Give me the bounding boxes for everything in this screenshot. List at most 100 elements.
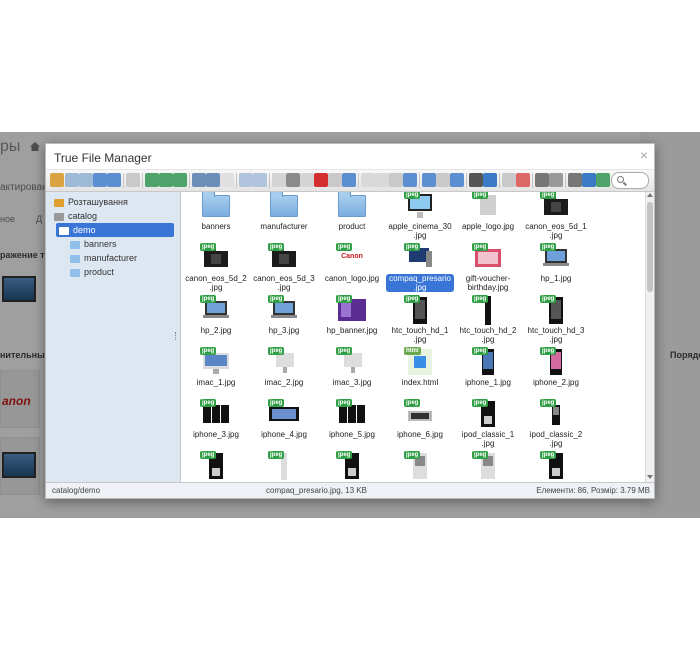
file-name: iphone_4.jpg — [261, 430, 307, 439]
upload-icon[interactable] — [145, 173, 159, 187]
copy-icon[interactable] — [272, 173, 286, 187]
download-icon[interactable] — [159, 173, 173, 187]
preferences-icon[interactable] — [568, 173, 582, 187]
file-item[interactable]: jpeg hp_2.jpg — [182, 293, 250, 343]
select-icon[interactable] — [220, 173, 234, 187]
list-view-icon[interactable] — [436, 173, 450, 187]
file-item[interactable]: jpeg htc_touch_hd_2 .jpg — [454, 293, 522, 344]
file-item[interactable]: jpeg — [182, 449, 250, 482]
archive-icon[interactable] — [403, 173, 417, 187]
status-bar: catalog/demo compaq_presario.jpg, 13 KB … — [46, 482, 654, 498]
settings-icon[interactable] — [549, 173, 563, 187]
tree-item-розташування[interactable]: Розташування — [54, 195, 128, 209]
save-icon[interactable] — [173, 173, 187, 187]
scroll-up-arrow[interactable] — [647, 193, 653, 197]
resize-icon[interactable] — [389, 173, 403, 187]
file-item[interactable]: jpeg htc_touch_hd_3 .jpg — [522, 293, 590, 344]
undo-icon[interactable] — [239, 173, 253, 187]
close-button[interactable]: × — [640, 148, 648, 162]
file-item[interactable]: jpeg hp_1.jpg — [522, 241, 590, 291]
tree-item-demo[interactable]: demo — [56, 223, 174, 237]
file-name: ipod_classic_2 .jpg — [529, 430, 583, 448]
file-name: iphone_5.jpg — [329, 430, 375, 439]
search-icon[interactable] — [516, 173, 530, 187]
file-item[interactable]: jpeg iphone_5.jpg — [318, 397, 386, 447]
view-icon[interactable] — [469, 173, 483, 187]
jpeg-badge: jpeg — [200, 399, 217, 407]
file-name: iphone_6.jpg — [397, 430, 443, 439]
file-item[interactable]: jpeg apple_cinema_30 .jpg — [386, 192, 454, 240]
file-item[interactable]: jpeg — [522, 449, 590, 482]
scroll-down-arrow[interactable] — [647, 475, 653, 479]
search-input[interactable] — [611, 172, 649, 189]
file-item[interactable]: jpeg — [386, 449, 454, 482]
file-item[interactable]: jpeg imac_2.jpg — [250, 345, 318, 395]
up-icon[interactable] — [93, 173, 107, 187]
folder-item[interactable]: manufacturer — [250, 192, 318, 239]
grid-view-icon[interactable] — [422, 173, 436, 187]
quicklook-icon[interactable] — [206, 173, 220, 187]
folder-item[interactable]: product — [318, 192, 386, 239]
image-thumbnail: jpeg — [200, 451, 232, 481]
file-item[interactable]: jpeg htc_touch_hd_1 .jpg — [386, 293, 454, 344]
scrollbar-thumb[interactable] — [647, 202, 653, 292]
resize-handle[interactable] — [175, 332, 177, 340]
tree-item-label: banners — [84, 239, 117, 249]
delete-icon[interactable] — [314, 173, 328, 187]
duplicate-icon[interactable] — [342, 173, 356, 187]
tree-item-product[interactable]: product — [70, 265, 114, 279]
about-icon[interactable] — [582, 173, 596, 187]
reload-icon[interactable] — [107, 173, 121, 187]
jpeg-badge: jpeg — [540, 243, 557, 251]
jpeg-badge: jpeg — [472, 451, 489, 459]
redo-icon[interactable] — [253, 173, 267, 187]
folder-item[interactable]: banners — [182, 192, 250, 239]
fullscreen-icon[interactable] — [596, 173, 610, 187]
paste-icon[interactable] — [300, 173, 314, 187]
info-icon[interactable] — [192, 173, 206, 187]
help-icon[interactable] — [483, 173, 497, 187]
tree-item-label: catalog — [68, 211, 98, 221]
file-item[interactable]: jpeg imac_3.jpg — [318, 345, 386, 395]
file-item[interactable]: jpeg ipod_classic_1 .jpg — [454, 397, 522, 448]
tree-item-manufacturer[interactable]: manufacturer — [70, 251, 137, 265]
home-icon[interactable] — [50, 173, 64, 187]
file-item[interactable]: jpeg — [250, 449, 318, 482]
file-item[interactable]: jpeg canon_eos_5d_3 .jpg — [250, 241, 318, 292]
open-icon[interactable] — [126, 173, 140, 187]
rename-icon[interactable] — [361, 173, 375, 187]
file-item[interactable]: jpeg hp_banner.jpg — [318, 293, 386, 343]
file-item[interactable]: jpeg compaq_presario .jpg — [386, 241, 454, 292]
file-item[interactable]: jpeg hp_3.jpg — [250, 293, 318, 343]
file-item[interactable]: jpeg gift-voucher-birthday.jpg — [454, 241, 522, 292]
tree-item-catalog[interactable]: catalog — [54, 209, 97, 223]
tree-item-banners[interactable]: banners — [70, 237, 117, 251]
back-icon[interactable] — [65, 173, 79, 187]
file-item[interactable]: jpeg — [454, 449, 522, 482]
image-thumbnail: jpeg Canon — [336, 243, 368, 273]
jpeg-badge: jpeg — [336, 347, 353, 355]
file-item[interactable]: jpeg iphone_1.jpg — [454, 345, 522, 395]
file-item[interactable]: jpeg Canon canon_logo.jpg — [318, 241, 386, 291]
folder-icon — [70, 254, 80, 263]
file-item[interactable]: jpeg iphone_2.jpg — [522, 345, 590, 395]
list-icon[interactable] — [535, 173, 549, 187]
forward-icon[interactable] — [79, 173, 93, 187]
file-item[interactable]: jpeg apple_logo.jpg — [454, 192, 522, 239]
file-item[interactable]: jpeg iphone_4.jpg — [250, 397, 318, 447]
file-item[interactable]: jpeg canon_eos_5d_2 .jpg — [182, 241, 250, 292]
sort-icon[interactable] — [502, 173, 516, 187]
file-item[interactable]: jpeg canon_eos_5d_1 .jpg — [522, 192, 590, 240]
extract-icon[interactable] — [450, 173, 464, 187]
file-item[interactable]: jpeg iphone_6.jpg — [386, 397, 454, 447]
file-item[interactable]: jpeg — [318, 449, 386, 482]
empty-icon[interactable] — [328, 173, 342, 187]
file-item[interactable]: jpeg imac_1.jpg — [182, 345, 250, 395]
scrollbar[interactable] — [645, 192, 654, 482]
file-name: htc_touch_hd_3 .jpg — [527, 326, 585, 344]
file-item[interactable]: jpeg ipod_classic_2 .jpg — [522, 397, 590, 448]
cut-icon[interactable] — [286, 173, 300, 187]
edit-icon[interactable] — [375, 173, 389, 187]
file-item[interactable]: jpeg iphone_3.jpg — [182, 397, 250, 447]
file-item[interactable]: html index.html — [386, 345, 454, 395]
